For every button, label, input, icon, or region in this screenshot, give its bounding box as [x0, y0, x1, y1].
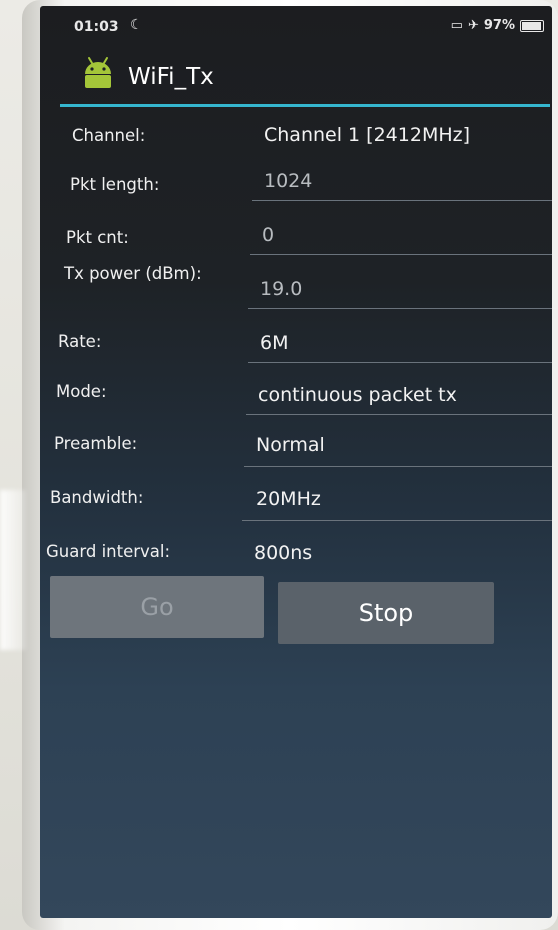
airplane-icon: ✈	[467, 18, 479, 33]
android-icon	[85, 57, 111, 88]
preamble-underline	[244, 466, 552, 467]
bandwidth-row: Bandwidth: 20MHz	[40, 478, 552, 528]
status-bar: 01:03 ☾ ▭ ✈ 97%	[40, 6, 552, 46]
bandwidth-underline	[242, 520, 552, 521]
status-time: 01:03	[74, 19, 119, 35]
rate-row: Rate: 6M	[40, 322, 552, 372]
stop-button[interactable]: Stop	[278, 582, 494, 644]
device-screen: 01:03 ☾ ▭ ✈ 97% WiFi_Tx Channel: Channel…	[40, 6, 552, 918]
pkt-length-input[interactable]: 1024	[264, 170, 312, 192]
preamble-spinner[interactable]: Normal	[256, 434, 325, 456]
light-glare	[0, 490, 26, 650]
guard-interval-spinner[interactable]: 800ns	[254, 542, 312, 564]
channel-label: Channel:	[72, 126, 146, 145]
battery-percent: 97%	[483, 18, 515, 33]
pkt-cnt-row: Pkt cnt: 0	[40, 214, 552, 264]
mode-row: Mode: continuous packet tx	[40, 374, 552, 424]
mode-label: Mode:	[56, 382, 107, 401]
moon-icon: ☾	[130, 17, 143, 33]
action-bar: WiFi_Tx	[40, 46, 552, 106]
title-divider	[60, 104, 550, 107]
guard-interval-row: Guard interval: 800ns	[40, 532, 552, 582]
tx-power-input[interactable]: 19.0	[260, 278, 302, 300]
pkt-length-underline	[252, 200, 552, 201]
pkt-cnt-input[interactable]: 0	[262, 224, 274, 246]
preamble-label: Preamble:	[54, 434, 138, 453]
mode-spinner[interactable]: continuous packet tx	[258, 384, 457, 406]
rate-underline	[248, 362, 552, 363]
status-right-group: ▭ ✈ 97%	[451, 18, 544, 33]
pkt-length-row: Pkt length: 1024	[40, 162, 552, 212]
bandwidth-label: Bandwidth:	[50, 488, 144, 507]
tx-power-row: Tx power (dBm): 19.0	[40, 258, 552, 309]
tx-power-label: Tx power (dBm):	[64, 264, 202, 283]
pkt-cnt-underline	[250, 254, 552, 255]
mode-underline	[246, 414, 552, 415]
app-title: WiFi_Tx	[128, 64, 214, 90]
go-button[interactable]: Go	[50, 576, 264, 638]
pkt-length-label: Pkt length:	[70, 175, 160, 194]
battery-icon	[520, 19, 544, 32]
channel-spinner[interactable]: Channel 1 [2412MHz]	[264, 124, 470, 146]
tx-power-underline	[248, 308, 552, 309]
rate-spinner[interactable]: 6M	[260, 332, 288, 354]
guard-interval-label: Guard interval:	[46, 542, 171, 561]
sim-card-icon: ▭	[450, 18, 463, 33]
preamble-row: Preamble: Normal	[40, 426, 552, 476]
pkt-cnt-label: Pkt cnt:	[66, 228, 129, 247]
rate-label: Rate:	[58, 332, 102, 351]
channel-row: Channel: Channel 1 [2412MHz]	[40, 114, 552, 164]
bandwidth-spinner[interactable]: 20MHz	[256, 488, 321, 510]
